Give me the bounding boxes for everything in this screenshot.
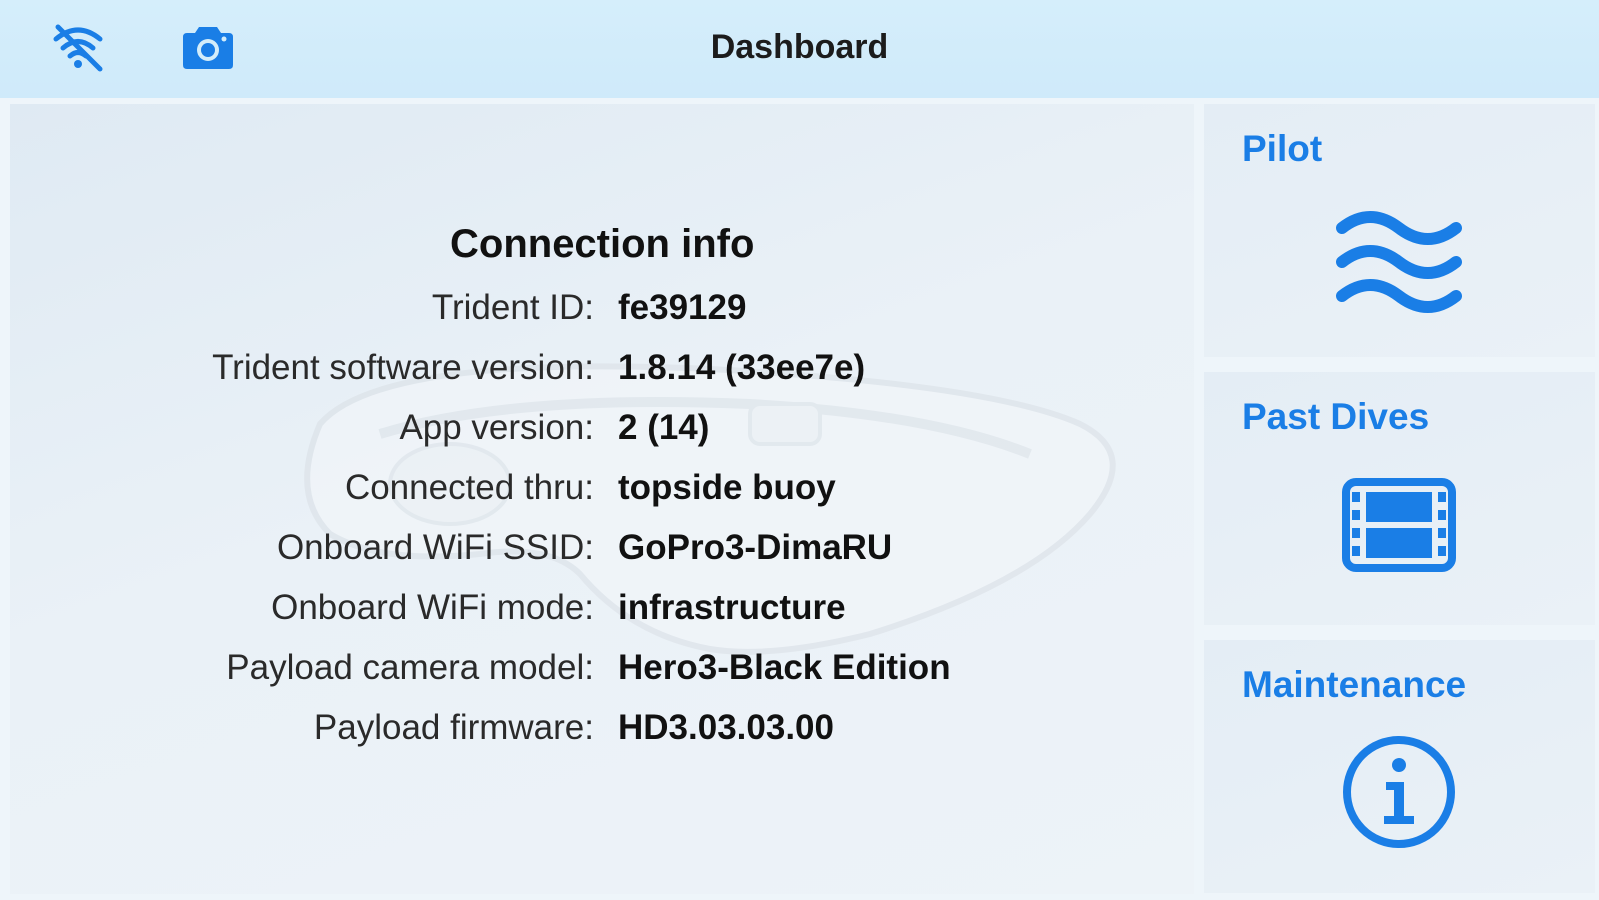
info-value: fe39129 — [618, 288, 747, 327]
info-label: Payload firmware: — [313, 708, 594, 747]
info-row-software-version: Trident software version: 1.8.14 (33ee7e… — [10, 348, 1194, 398]
maintenance-tile[interactable]: Maintenance — [1204, 640, 1595, 893]
connection-info-panel: Connection info Trident ID: fe39129 Trid… — [10, 104, 1194, 894]
info-row-wifi-mode: Onboard WiFi mode: infrastructure — [10, 588, 1194, 638]
info-value: infrastructure — [618, 588, 846, 627]
info-value: HD3.03.03.00 — [618, 708, 834, 747]
info-row-app-version: App version: 2 (14) — [10, 408, 1194, 458]
connection-info-title: Connection info — [450, 222, 755, 266]
pilot-tile[interactable]: Pilot — [1204, 104, 1595, 357]
info-value: GoPro3-DimaRU — [618, 528, 893, 567]
waves-icon — [1336, 211, 1462, 313]
info-value: 2 (14) — [618, 408, 710, 447]
navigation-bar: Dashboard — [0, 0, 1599, 98]
film-icon — [1342, 478, 1456, 572]
info-label: Onboard WiFi mode: — [271, 588, 594, 627]
info-label: App version: — [399, 408, 594, 447]
info-label: Trident software version: — [212, 348, 594, 387]
page-title: Dashboard — [710, 28, 889, 66]
past-dives-tile[interactable]: Past Dives — [1204, 372, 1595, 625]
info-label: Payload camera model: — [226, 648, 594, 687]
info-value: topside buoy — [618, 468, 836, 507]
past-dives-tile-label: Past Dives — [1242, 396, 1430, 437]
dashboard-screen: Dashboard Connection info Trident ID: fe… — [0, 0, 1599, 900]
info-icon — [1343, 736, 1455, 848]
pilot-tile-label: Pilot — [1242, 128, 1323, 169]
info-row-camera-model: Payload camera model: Hero3-Black Editio… — [10, 648, 1194, 698]
maintenance-tile-label: Maintenance — [1242, 664, 1467, 705]
info-value: 1.8.14 (33ee7e) — [618, 348, 866, 387]
info-row-wifi-ssid: Onboard WiFi SSID: GoPro3-DimaRU — [10, 528, 1194, 578]
info-label: Connected thru: — [344, 468, 594, 507]
info-row-payload-firmware: Payload firmware: HD3.03.03.00 — [10, 708, 1194, 758]
info-label: Trident ID: — [431, 288, 594, 327]
info-label: Onboard WiFi SSID: — [276, 528, 594, 567]
info-row-trident-id: Trident ID: fe39129 — [10, 288, 1194, 338]
info-value: Hero3-Black Edition — [618, 648, 951, 687]
info-row-connected-thru: Connected thru: topside buoy — [10, 468, 1194, 518]
